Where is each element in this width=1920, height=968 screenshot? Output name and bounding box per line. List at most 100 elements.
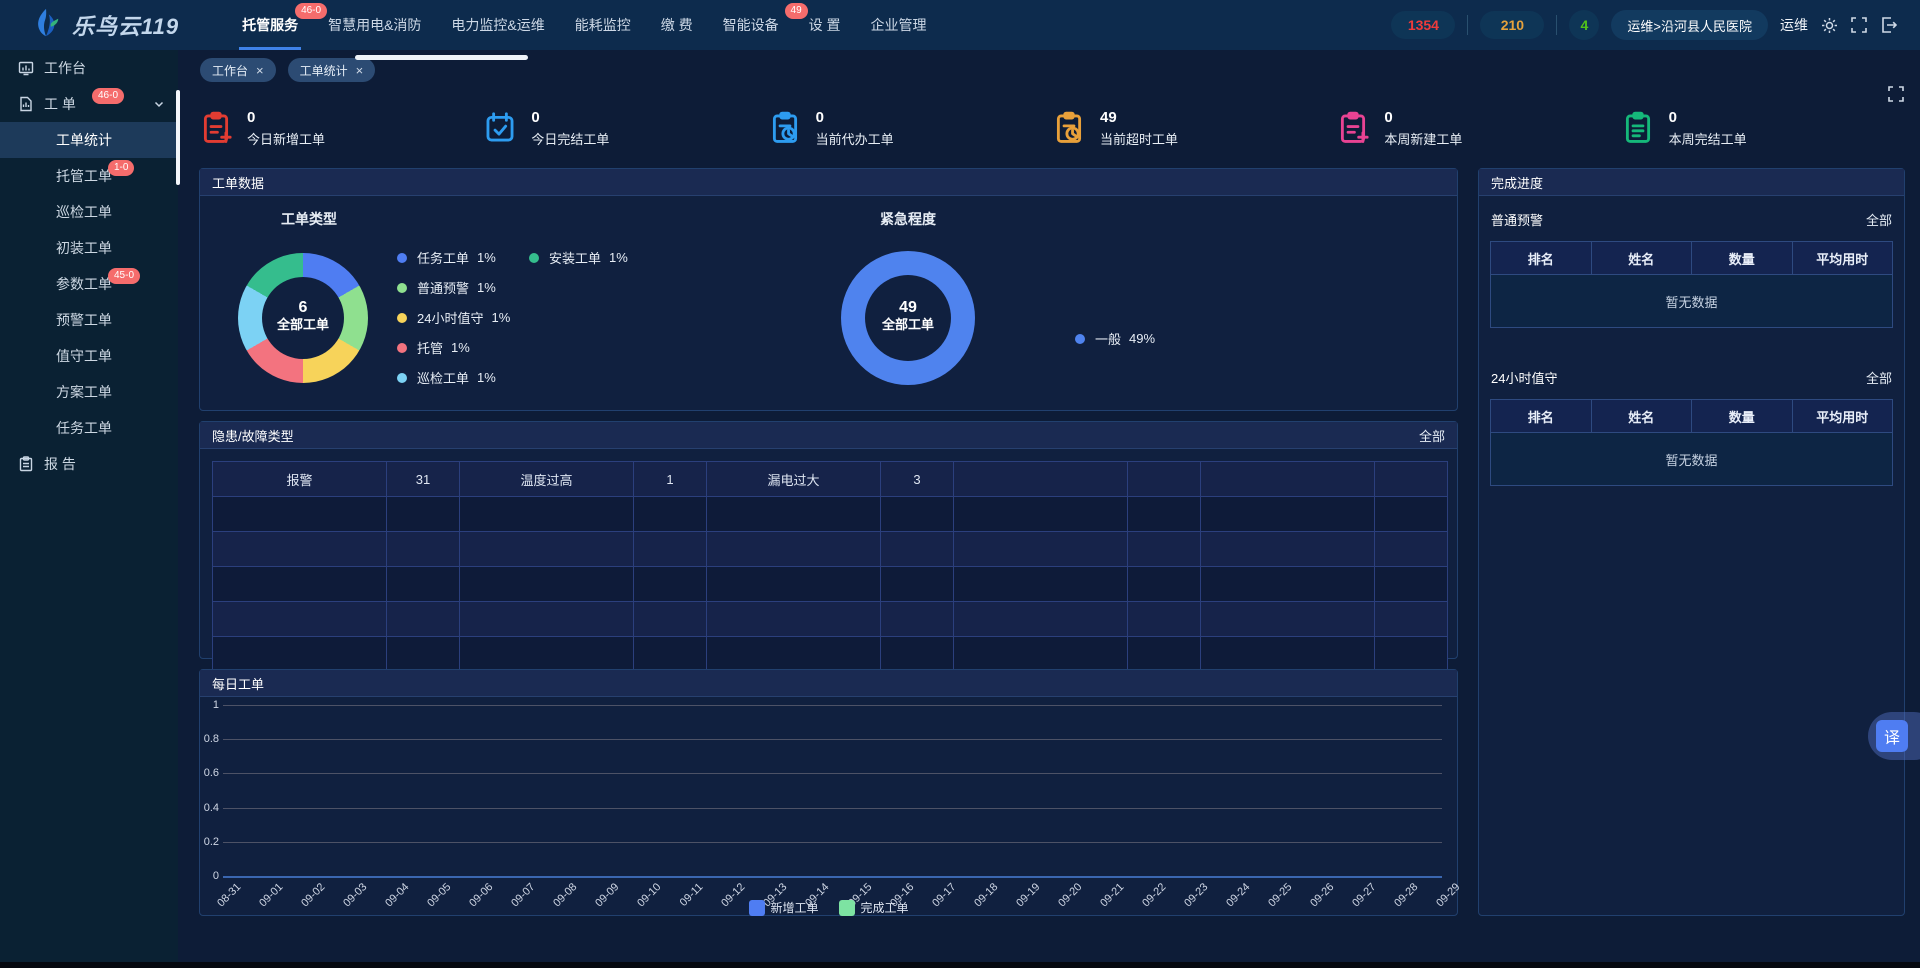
progress-table-1: 排名姓名数量平均用时暂无数据 bbox=[1490, 241, 1893, 328]
daily-legend-item-2[interactable]: 完成工单 bbox=[839, 899, 909, 916]
sidebar-subitem-1[interactable]: 工单统计 bbox=[0, 122, 178, 158]
tab-close-icon[interactable]: × bbox=[256, 64, 264, 77]
x-axis-tick: 09-20 bbox=[1056, 881, 1084, 909]
sidebar-subitem-label: 任务工单 bbox=[56, 418, 112, 438]
table-cell bbox=[634, 497, 707, 532]
nav-item-8[interactable]: 企业管理 bbox=[856, 0, 942, 50]
hazard-panel-header: 隐患/故障类型 全部 bbox=[200, 422, 1457, 449]
table-cell bbox=[387, 637, 460, 672]
alarm-counter-2[interactable]: 210 bbox=[1480, 11, 1544, 39]
x-axis-tick: 09-08 bbox=[551, 881, 579, 909]
sidebar-item-badge: 46-0 bbox=[92, 88, 124, 104]
hazard-all-link[interactable]: 全部 bbox=[1419, 426, 1445, 445]
sidebar-scrollbar-thumb[interactable] bbox=[176, 90, 180, 185]
table-cell bbox=[1201, 567, 1375, 602]
daily-legend-item-1[interactable]: 新增工单 bbox=[748, 899, 818, 916]
table-cell bbox=[881, 497, 954, 532]
legend-item-5[interactable]: 巡检工单1% bbox=[397, 369, 510, 386]
sidebar-item-label: 工 单 bbox=[44, 94, 76, 114]
stat-card-6: 0本周完结工单 bbox=[1621, 100, 1905, 156]
expand-icon[interactable] bbox=[1888, 86, 1904, 107]
progress-all-link[interactable]: 全部 bbox=[1866, 210, 1892, 229]
progress-panel-title: 完成进度 bbox=[1491, 173, 1543, 192]
nav-item-7[interactable]: 设 置 bbox=[794, 0, 856, 50]
sidebar-subitem-label: 初装工单 bbox=[56, 238, 112, 258]
sidebar-subitem-3[interactable]: 巡检工单 bbox=[0, 194, 178, 230]
table-cell bbox=[460, 497, 634, 532]
clipboard-plus-icon bbox=[1336, 111, 1370, 145]
x-axis-tick: 09-22 bbox=[1140, 881, 1168, 909]
progress-table-2: 排名姓名数量平均用时暂无数据 bbox=[1490, 399, 1893, 486]
nav-item-6[interactable]: 智能设备49 bbox=[708, 0, 794, 50]
legend-item-1[interactable]: 任务工单1% bbox=[397, 249, 510, 266]
x-axis-tick: 09-28 bbox=[1392, 881, 1420, 909]
table-cell bbox=[387, 532, 460, 567]
tab-1[interactable]: 工作台× bbox=[200, 58, 276, 82]
sidebar-subitem-badge: 45-0 bbox=[108, 268, 140, 284]
sidebar-subitem-9[interactable]: 任务工单 bbox=[0, 410, 178, 446]
table-cell: 温度过高 bbox=[460, 462, 634, 497]
sidebar-subitem-4[interactable]: 初装工单 bbox=[0, 230, 178, 266]
legend-name: 安装工单 bbox=[549, 248, 601, 267]
sidebar-item-report[interactable]: 报 告 bbox=[0, 446, 178, 482]
nav-item-label: 能耗监控 bbox=[575, 17, 631, 33]
sidebar-item-document[interactable]: 工 单 46-0 bbox=[0, 86, 178, 122]
sidebar-subitem-2[interactable]: 托管工单1-0 bbox=[0, 158, 178, 194]
legend-item-1[interactable]: 一般49% bbox=[1075, 330, 1155, 347]
progress-all-link[interactable]: 全部 bbox=[1866, 368, 1892, 387]
translate-widget[interactable]: 译 bbox=[1868, 712, 1920, 760]
nav-item-5[interactable]: 缴 费 bbox=[646, 0, 708, 50]
legend-item-6[interactable]: 安装工单1% bbox=[529, 249, 628, 266]
fullscreen-icon[interactable] bbox=[1850, 16, 1868, 34]
tab-close-icon[interactable]: × bbox=[356, 64, 364, 77]
daily-legend-label: 新增工单 bbox=[770, 899, 818, 916]
logout-icon[interactable] bbox=[1880, 16, 1898, 34]
nav-item-4[interactable]: 能耗监控 bbox=[560, 0, 646, 50]
legend-item-4[interactable]: 托管1% bbox=[397, 339, 510, 356]
x-axis-tick: 09-06 bbox=[467, 881, 495, 909]
table-cell bbox=[707, 567, 881, 602]
type-chart-title: 工单类型 bbox=[281, 209, 337, 229]
legend-item-3[interactable]: 24小时值守1% bbox=[397, 309, 510, 326]
y-axis-tick: 0.8 bbox=[204, 733, 219, 745]
sidebar-subitem-5[interactable]: 参数工单45-0 bbox=[0, 266, 178, 302]
x-axis-tick: 08-31 bbox=[215, 881, 243, 909]
x-axis-tick: 09-17 bbox=[930, 881, 958, 909]
org-selector-button[interactable]: 运维>沿河县人民医院 bbox=[1611, 10, 1768, 40]
table-cell bbox=[1128, 532, 1201, 567]
legend-pct: 1% bbox=[491, 310, 510, 325]
legend-item-2[interactable]: 普通预警1% bbox=[397, 279, 510, 296]
chart-gridline bbox=[223, 739, 1442, 740]
x-axis-tick: 09-07 bbox=[509, 881, 537, 909]
table-row bbox=[213, 532, 1448, 567]
legend-pct: 1% bbox=[451, 340, 470, 355]
stat-label: 今日新增工单 bbox=[247, 129, 325, 148]
nav-item-2[interactable]: 智慧用电&消防 bbox=[313, 0, 436, 50]
sidebar-subitem-7[interactable]: 值守工单 bbox=[0, 338, 178, 374]
urgency-chart-title: 紧急程度 bbox=[880, 209, 936, 229]
sidebar-subitem-6[interactable]: 预警工单 bbox=[0, 302, 178, 338]
alarm-counter-3[interactable]: 4 bbox=[1569, 10, 1599, 40]
table-row bbox=[213, 567, 1448, 602]
nav-item-1[interactable]: 托管服务46-0 bbox=[227, 0, 313, 50]
stats-row: 0今日新增工单0今日完结工单0当前代办工单49当前超时工单0本周新建工单0本周完… bbox=[199, 100, 1905, 156]
stat-value: 49 bbox=[1100, 109, 1178, 126]
sidebar-subitem-8[interactable]: 方案工单 bbox=[0, 374, 178, 410]
alarm-counter-1[interactable]: 1354 bbox=[1391, 11, 1455, 39]
translate-icon[interactable]: 译 bbox=[1876, 720, 1908, 752]
stat-card-1: 0今日新增工单 bbox=[199, 100, 483, 156]
legend-dot-icon bbox=[397, 343, 407, 353]
tab-2[interactable]: 工单统计× bbox=[288, 58, 376, 82]
nav-item-3[interactable]: 电力监控&运维 bbox=[436, 0, 559, 50]
empty-data-cell: 暂无数据 bbox=[1491, 275, 1893, 328]
table-header-row: 排名姓名数量平均用时 bbox=[1491, 242, 1893, 275]
sidebar-item-dashboard[interactable]: 工作台 bbox=[0, 50, 178, 86]
sidebar-subitem-label: 值守工单 bbox=[56, 346, 112, 366]
x-axis-tick: 09-11 bbox=[678, 881, 706, 909]
x-axis-tick: 09-05 bbox=[425, 881, 453, 909]
nav-item-label: 智能设备 bbox=[723, 17, 779, 33]
gear-icon[interactable] bbox=[1820, 16, 1838, 34]
logo: 乐鸟云119 bbox=[0, 6, 179, 45]
x-axis-tick: 09-23 bbox=[1182, 881, 1210, 909]
stat-card-4: 49当前超时工单 bbox=[1052, 100, 1336, 156]
